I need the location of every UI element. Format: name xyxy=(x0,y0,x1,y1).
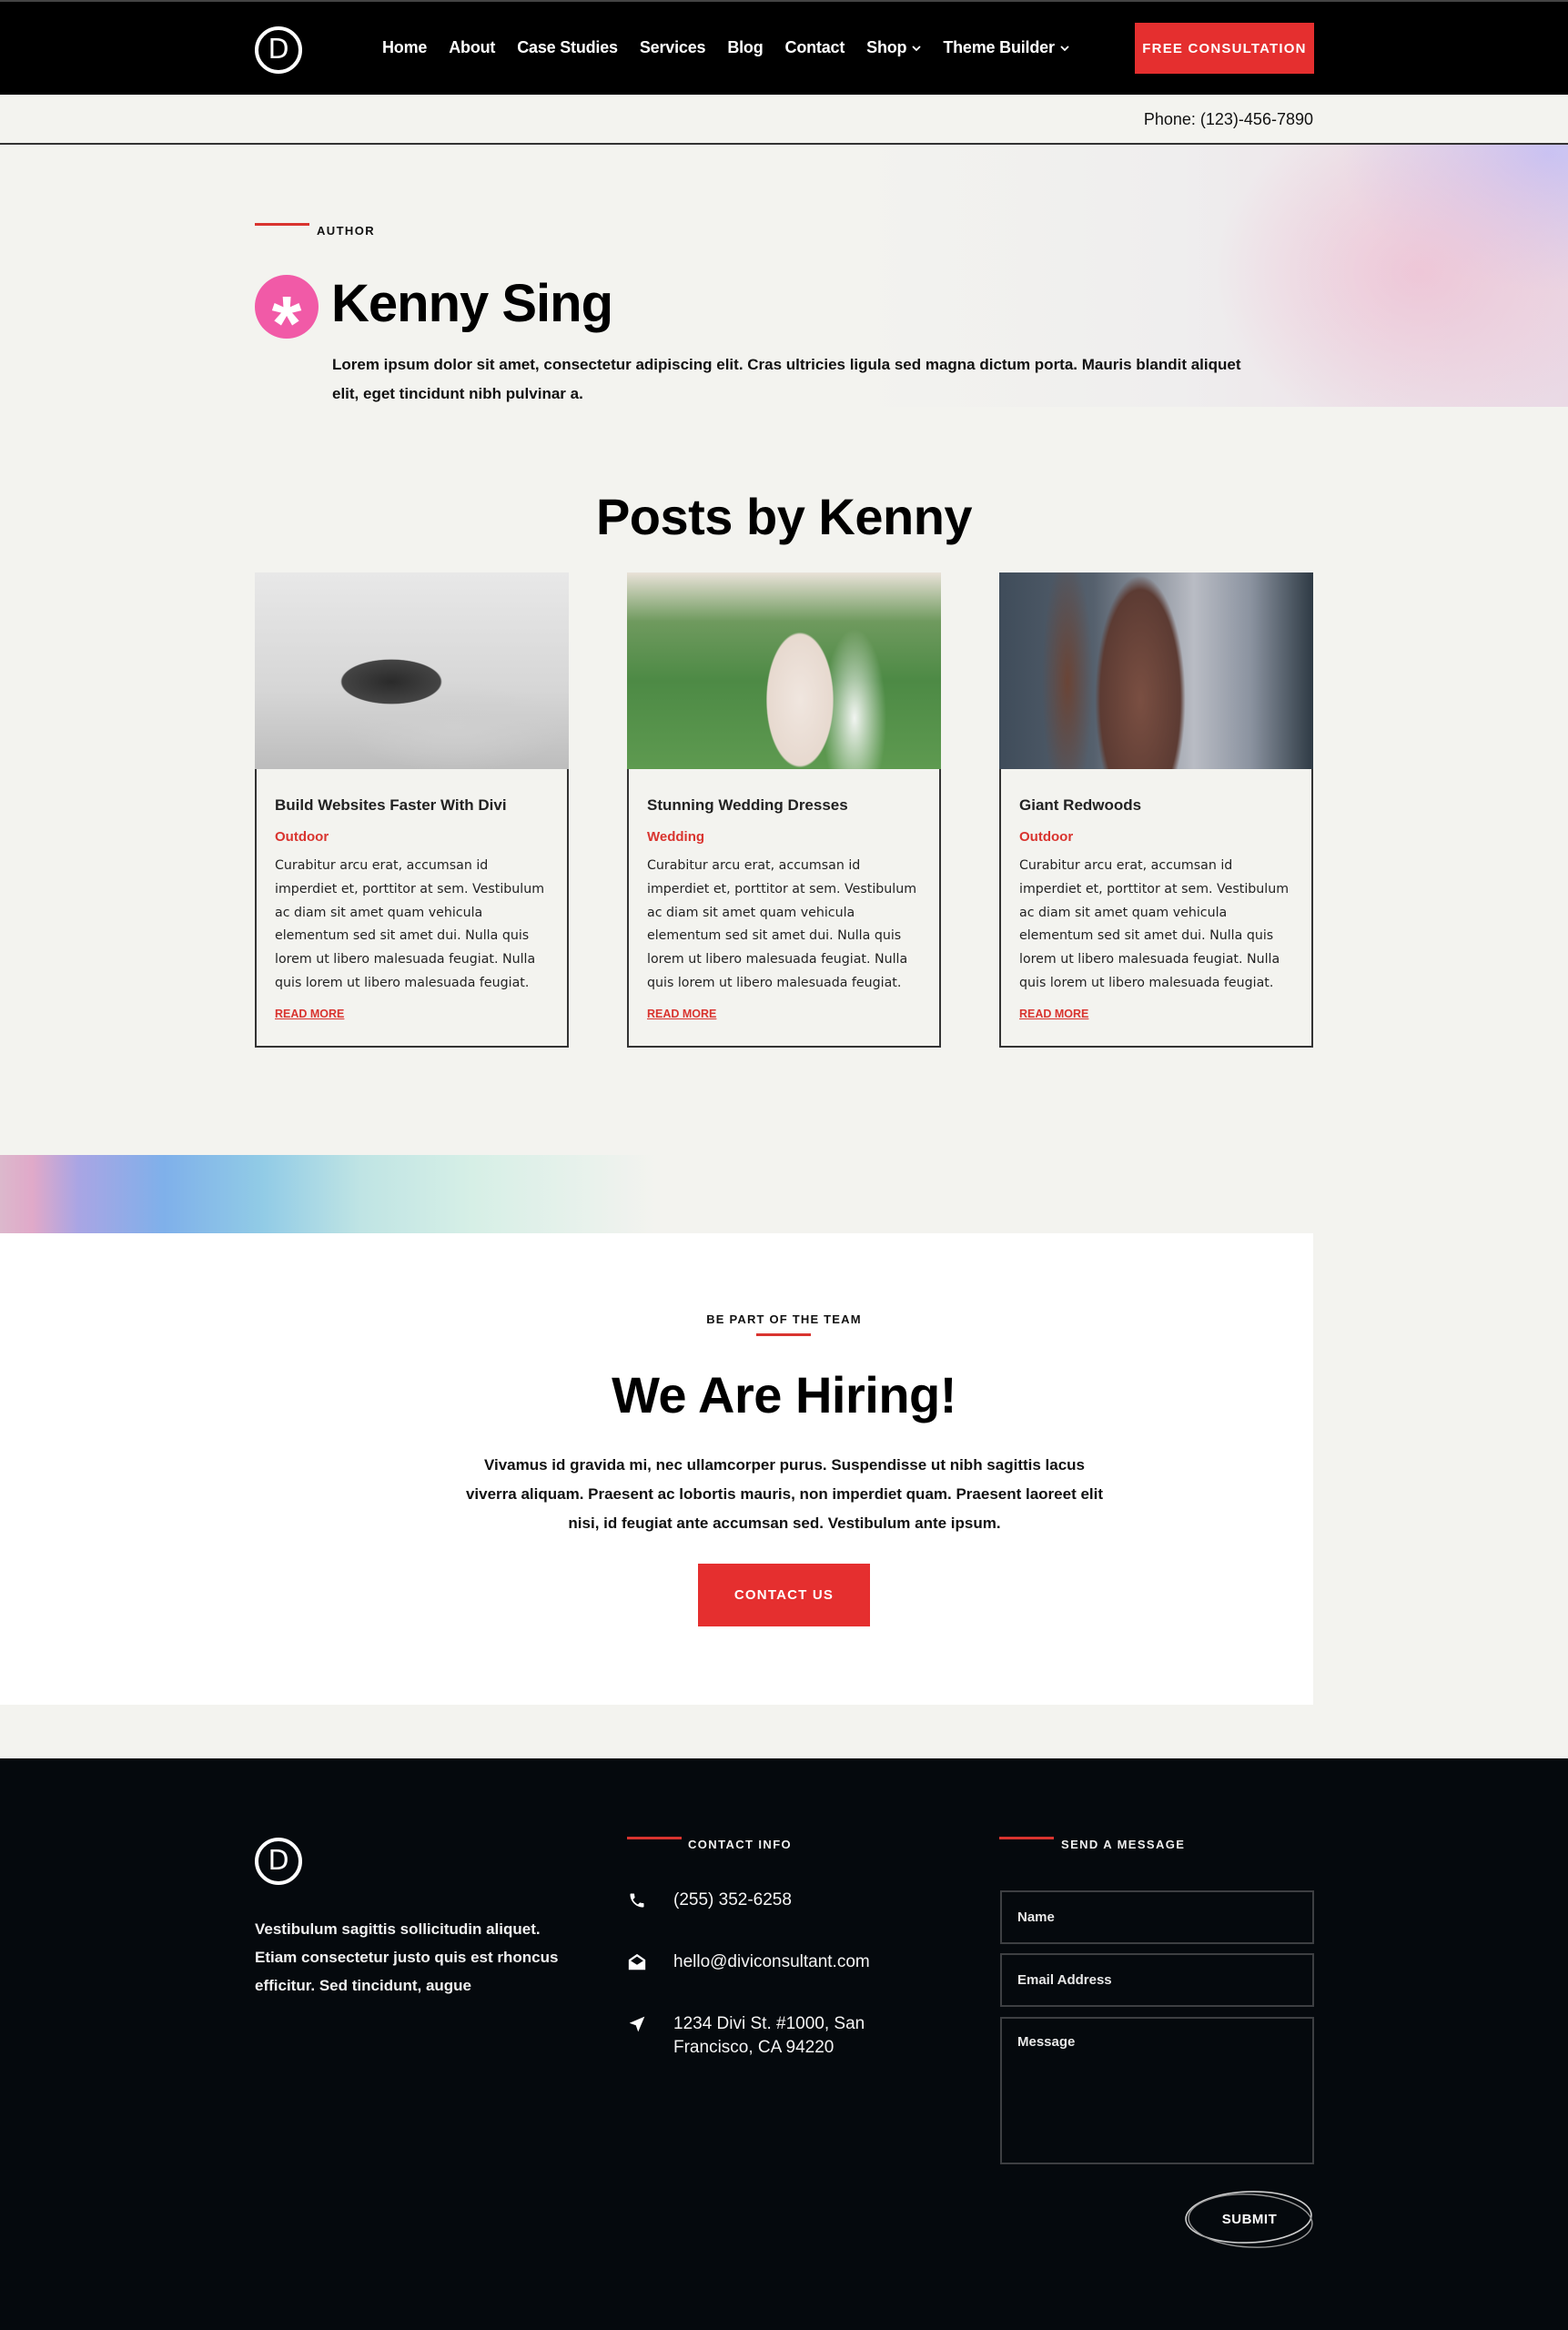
submit-label: SUBMIT xyxy=(1221,2211,1278,2227)
post-category[interactable]: Wedding xyxy=(647,829,704,845)
send-message-heading: SEND A MESSAGE xyxy=(1061,1838,1186,1851)
contact-phone: (255) 352-6258 xyxy=(627,1889,792,1912)
free-consultation-button[interactable]: FREE CONSULTATION xyxy=(1135,23,1314,74)
divi-logo[interactable]: D xyxy=(255,26,302,74)
nav-label: Home xyxy=(382,38,428,56)
logo-letter: D xyxy=(268,1845,289,1877)
form-heading-line xyxy=(999,1837,1054,1839)
contact-email-text[interactable]: hello@diviconsultant.com xyxy=(673,1950,870,1974)
nav-blog[interactable]: Blog xyxy=(727,38,763,57)
contact-us-button[interactable]: CONTACT US xyxy=(698,1564,870,1626)
nav-label: Shop xyxy=(866,38,907,56)
author-avatar: * xyxy=(255,275,319,361)
post-title[interactable]: Stunning Wedding Dresses xyxy=(647,796,848,815)
email-field[interactable] xyxy=(1000,1953,1314,2007)
logo-letter: D xyxy=(268,34,289,66)
author-name: Kenny Sing xyxy=(331,274,613,333)
post-category[interactable]: Outdoor xyxy=(1019,829,1073,845)
contact-info-heading: CONTACT INFO xyxy=(688,1838,793,1851)
contact-phone-text[interactable]: (255) 352-6258 xyxy=(673,1889,792,1912)
hiring-eyebrow: BE PART OF THE TEAM xyxy=(706,1312,862,1326)
nav-label: Blog xyxy=(727,38,764,56)
main-header: D Home About Case Studies Services Blog … xyxy=(0,0,1568,95)
nav-services[interactable]: Services xyxy=(639,38,706,57)
nav-theme-builder[interactable]: Theme Builder xyxy=(943,38,1069,57)
chevron-down-icon xyxy=(912,46,921,52)
footer-about: Vestibulum sagittis sollicitudin aliquet… xyxy=(255,1920,559,1994)
hiring-heading: We Are Hiring! xyxy=(612,1366,956,1423)
post-thumbnail[interactable] xyxy=(627,572,941,769)
location-arrow-icon xyxy=(627,2014,647,2034)
contact-heading-line xyxy=(627,1837,682,1839)
posts-heading: Posts by Kenny xyxy=(595,488,973,545)
nav-shop[interactable]: Shop xyxy=(866,38,921,57)
post-title[interactable]: Giant Redwoods xyxy=(1019,796,1141,815)
submit-button[interactable]: SUBMIT xyxy=(1183,2188,1316,2250)
post-excerpt: Curabitur arcu erat, accumsan id imperdi… xyxy=(275,858,545,990)
author-eyebrow-line xyxy=(255,223,309,226)
secondary-bar: Phone: (123)-456-7890 xyxy=(0,95,1568,145)
hiring-eyebrow-line xyxy=(756,1333,811,1336)
name-field[interactable] xyxy=(1000,1890,1314,1944)
nav-label: About xyxy=(449,38,496,56)
read-more-link[interactable]: READ MORE xyxy=(275,1008,344,1020)
nav-label: Contact xyxy=(784,38,845,56)
nav-label: Services xyxy=(639,38,706,56)
contact-email: hello@diviconsultant.com xyxy=(627,1950,870,1974)
message-field[interactable] xyxy=(1000,2017,1314,2164)
nav-contact[interactable]: Contact xyxy=(785,38,845,57)
read-more-link[interactable]: READ MORE xyxy=(647,1008,716,1020)
post-card: Stunning Wedding Dresses Wedding Curabit… xyxy=(627,572,941,1048)
nav-case-studies[interactable]: Case Studies xyxy=(517,38,618,57)
chevron-down-icon xyxy=(1060,46,1069,52)
post-thumbnail[interactable] xyxy=(999,572,1313,769)
nav-home[interactable]: Home xyxy=(382,38,427,57)
nav-about[interactable]: About xyxy=(449,38,495,57)
main-nav: Home About Case Studies Services Blog Co… xyxy=(382,38,1091,57)
post-excerpt: Curabitur arcu erat, accumsan id imperdi… xyxy=(1019,858,1290,990)
nav-label: Theme Builder xyxy=(943,38,1055,56)
post-excerpt: Curabitur arcu erat, accumsan id imperdi… xyxy=(647,858,917,990)
post-category[interactable]: Outdoor xyxy=(275,829,329,845)
read-more-link[interactable]: READ MORE xyxy=(1019,1008,1088,1020)
nav-label: Case Studies xyxy=(517,38,618,56)
post-thumbnail[interactable] xyxy=(255,572,569,769)
phone-icon xyxy=(627,1890,647,1910)
asterisk-icon: * xyxy=(271,280,302,366)
footer-logo[interactable]: D xyxy=(255,1838,302,1885)
contact-address: 1234 Divi St. #1000, San Francisco, CA 9… xyxy=(627,2012,892,2060)
post-card: Build Websites Faster With Divi Outdoor … xyxy=(255,572,569,1048)
hiring-body: Vivamus id gravida mi, nec ullamcorper p… xyxy=(465,1456,1104,1532)
post-title[interactable]: Build Websites Faster With Divi xyxy=(275,796,507,815)
header-phone: Phone: (123)-456-7890 xyxy=(1143,110,1313,128)
author-eyebrow: AUTHOR xyxy=(317,224,376,238)
author-bio: Lorem ipsum dolor sit amet, consectetur … xyxy=(332,356,1241,402)
post-card: Giant Redwoods Outdoor Curabitur arcu er… xyxy=(999,572,1313,1048)
contact-address-text: 1234 Divi St. #1000, San Francisco, CA 9… xyxy=(673,2014,865,2057)
envelope-open-icon xyxy=(627,1952,647,1972)
decorative-gradient-strip xyxy=(0,1155,655,1233)
